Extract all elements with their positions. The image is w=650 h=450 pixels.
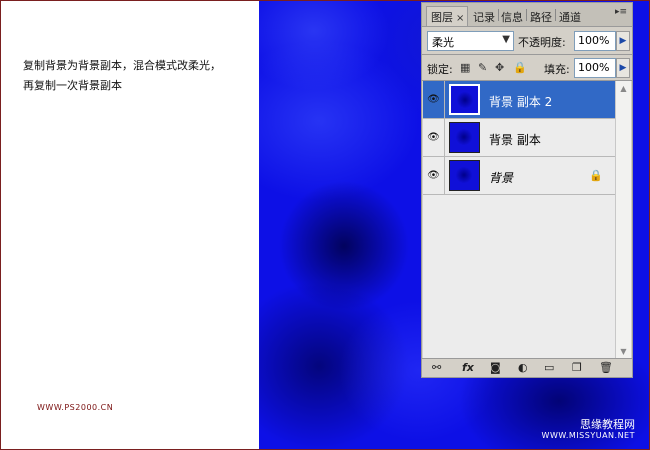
panel-toolbar: ⚯ fx ◙ ◐ ▭ ❐ 🗑 [422,358,632,377]
instruction-pane: 复制背景为背景副本，混合模式改柔光， 再复制一次背景副本 WWW.PS2000.… [1,1,259,448]
layer-name[interactable]: 背景 [489,169,513,186]
lock-fill-row: 锁定: ▦ ✎ ✥ 🔒 填充: 100% ▶ [422,55,632,81]
tab-separator [555,9,556,21]
lock-brush-icon[interactable]: ✎ [478,61,487,74]
link-icon[interactable]: ⚯ [432,361,441,374]
watermark-en: WWW.MISSYUAN.NET [541,431,635,440]
tab-separator [498,9,499,21]
tab-channels[interactable]: 通道 [559,9,581,25]
site-url: WWW.PS2000.CN [37,403,114,412]
opacity-arrow-icon[interactable]: ▶ [616,31,630,51]
fill-input[interactable]: 100% [574,58,616,78]
layers-panel: 图层 × 记录 信息 路径 通道 ▸≡ 柔光 ▼ 不透明度: 100% ▶ 锁定:… [421,2,633,378]
lock-all-icon[interactable]: 🔒 [513,61,527,74]
mask-icon[interactable]: ◙ [490,361,501,374]
tab-close-icon[interactable]: × [456,13,464,24]
instruction-line-2: 再复制一次背景副本 [23,79,122,92]
eye-icon[interactable]: 👁 [423,119,445,156]
layers-scrollbar[interactable]: ▲ ▼ [615,81,631,359]
adjustment-icon[interactable]: ◐ [518,361,528,374]
lock-move-icon[interactable]: ✥ [495,61,504,74]
watermark: 思缘教程网 WWW.MISSYUAN.NET [542,418,635,441]
instruction-text: 复制背景为背景副本，混合模式改柔光， 再复制一次背景副本 [23,56,221,96]
blend-opacity-row: 柔光 ▼ 不透明度: 100% ▶ [422,29,632,53]
scroll-down-icon[interactable]: ▼ [616,344,631,359]
tab-separator [526,9,527,21]
layer-row[interactable]: 👁 背景 副本 2 [423,81,617,119]
opacity-input[interactable]: 100% [574,31,616,51]
tab-history[interactable]: 记录 [473,9,495,25]
lock-label: 锁定: [427,63,453,76]
scroll-up-icon[interactable]: ▲ [616,81,631,96]
fx-icon[interactable]: fx [462,361,474,374]
lock-icon: 🔒 [589,169,603,182]
blend-mode-value: 柔光 [432,36,454,49]
panel-tab-bar: 图层 × 记录 信息 路径 通道 ▸≡ [422,3,632,27]
layer-name[interactable]: 背景 副本 [489,131,541,148]
layer-row[interactable]: 👁 背景 副本 [423,119,617,157]
chevron-down-icon: ▼ [502,34,510,45]
fill-arrow-icon[interactable]: ▶ [616,58,630,78]
instruction-line-1: 复制背景为背景副本，混合模式改柔光， [23,59,221,72]
layer-thumbnail [449,160,480,191]
tab-paths[interactable]: 路径 [530,9,552,25]
layer-name[interactable]: 背景 副本 2 [489,93,552,110]
layer-thumbnail [449,84,480,115]
watermark-cn: 思缘教程网 [580,418,635,431]
eye-icon[interactable]: 👁 [423,81,445,118]
fill-label: 填充: [544,63,570,76]
opacity-label: 不透明度: [518,36,566,49]
tab-layers[interactable]: 图层 × [426,6,469,26]
lock-transparent-icon[interactable]: ▦ [460,61,470,74]
tab-layers-label: 图层 [431,11,453,24]
layer-thumbnail [449,122,480,153]
new-layer-icon[interactable]: ❐ [572,361,582,374]
tab-info[interactable]: 信息 [501,9,523,25]
folder-icon[interactable]: ▭ [544,361,554,374]
trash-icon[interactable]: 🗑 [599,361,613,374]
eye-icon[interactable]: 👁 [423,157,445,194]
blend-mode-select[interactable]: 柔光 ▼ [427,31,514,51]
layers-list: 👁 背景 副本 2 👁 背景 副本 👁 背景 🔒 [423,81,617,359]
layer-row[interactable]: 👁 背景 🔒 [423,157,617,195]
panel-menu-icon[interactable]: ▸≡ [615,7,627,17]
